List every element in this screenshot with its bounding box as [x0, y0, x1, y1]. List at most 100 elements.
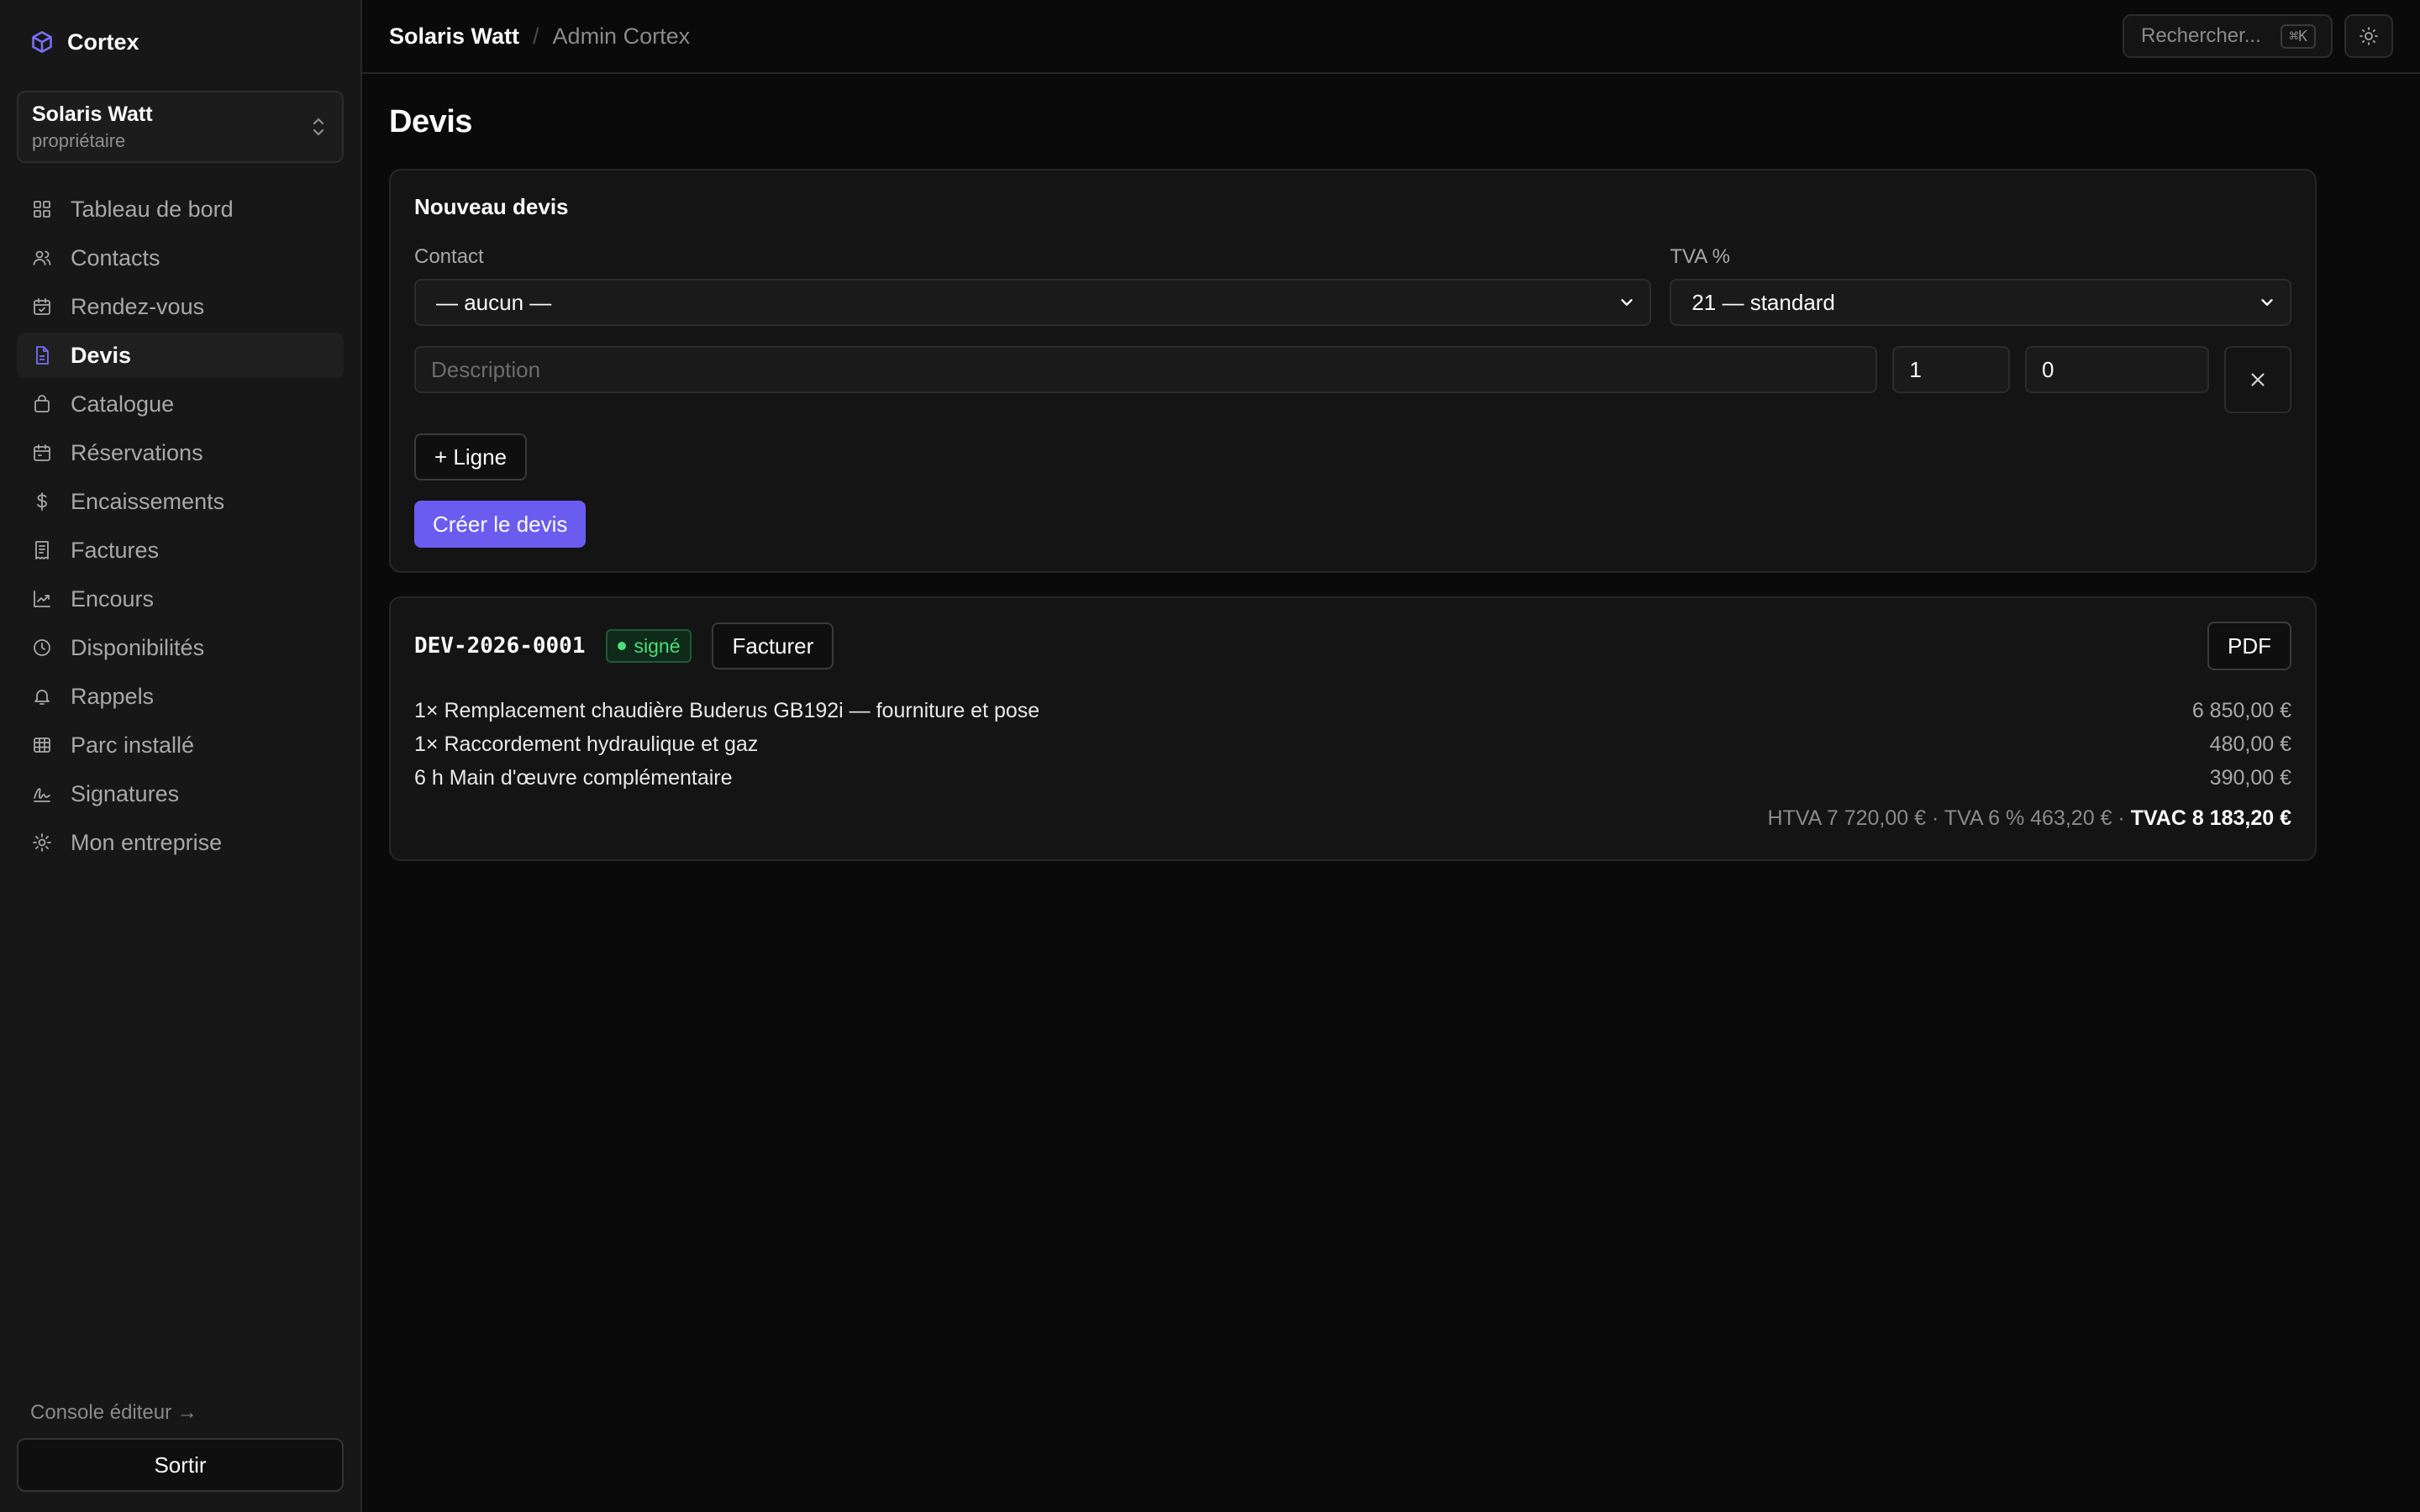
chart-line-icon: [34, 591, 50, 607]
vat-select-value: 21 — standard: [1691, 289, 1835, 315]
sidebar-item-label: Mon entreprise: [71, 829, 223, 855]
brand[interactable]: Cortex: [17, 0, 344, 84]
total-htva: HTVA 7 720,00 €: [1767, 806, 1927, 830]
sidebar-item-label: Réservations: [71, 439, 203, 465]
signature-icon: [34, 788, 50, 802]
line-description-input[interactable]: Description: [414, 346, 1878, 393]
contact-field: Contact — aucun —: [414, 245, 1652, 326]
main-area: Solaris Watt / Admin Cortex Rechercher..…: [362, 0, 2420, 1512]
line-price-input[interactable]: 0: [2024, 346, 2210, 393]
totals-separator: ·: [1926, 806, 1944, 830]
org-switcher[interactable]: Solaris Watt propriétaire: [17, 91, 344, 163]
sidebar-item-label: Signatures: [71, 780, 180, 806]
org-name: Solaris Watt: [32, 102, 153, 126]
sidebar-item-installed-base[interactable]: Parc installé: [17, 722, 344, 768]
quote-totals: HTVA 7 720,00 € · TVA 6 % 463,20 € · TVA…: [414, 806, 2291, 836]
quote-line-amount: 480,00 €: [2209, 732, 2291, 756]
total-tvac: TVAC 8 183,20 €: [2130, 806, 2291, 830]
totals-separator: ·: [2112, 806, 2131, 830]
receipt-icon: [35, 541, 49, 559]
sidebar-footer: Console éditeur → Sortir: [17, 1401, 344, 1512]
contact-select[interactable]: — aucun —: [414, 279, 1652, 326]
sidebar-item-invoices[interactable]: Factures: [17, 528, 344, 573]
org-role: propriétaire: [32, 129, 126, 151]
add-line-button[interactable]: + Ligne: [414, 433, 528, 480]
quote-header-left: DEV-2026-0001 signé Facturer: [414, 622, 834, 669]
sun-icon: [2360, 27, 2378, 45]
sidebar-item-reservations[interactable]: Réservations: [17, 430, 344, 475]
quote-line-amount: 6 850,00 €: [2191, 698, 2291, 722]
search-label: Rechercher...: [2141, 24, 2261, 47]
sidebar-item-label: Encours: [71, 585, 155, 612]
sidebar-item-contacts[interactable]: Contacts: [17, 235, 344, 281]
contact-label: Contact: [414, 245, 484, 268]
pdf-button[interactable]: PDF: [2207, 622, 2291, 670]
quote-line: 1× Remplacement chaudière Buderus GB192i…: [414, 694, 2291, 727]
quote-line-description: 1× Remplacement chaudière Buderus GB192i…: [414, 698, 1040, 722]
chevron-down-icon: [1621, 299, 1634, 306]
users-icon: [33, 250, 51, 265]
sidebar-item-label: Factures: [71, 537, 160, 563]
topbar: Solaris Watt / Admin Cortex Rechercher..…: [362, 0, 2420, 74]
page-title: Devis: [389, 104, 472, 139]
line-quantity-input[interactable]: 1: [1892, 346, 2010, 393]
sidebar-item-payments[interactable]: Encaissements: [17, 479, 344, 524]
sidebar-item-label: Rendez-vous: [71, 293, 205, 319]
quote-line-amount: 390,00 €: [2209, 765, 2291, 790]
quote-card: DEV-2026-0001 signé Facturer PDF 1× Remp…: [389, 596, 2317, 861]
sidebar-item-catalog[interactable]: Catalogue: [17, 381, 344, 427]
sidebar-item-quotes[interactable]: Devis: [17, 333, 344, 378]
contact-select-value: — aucun —: [436, 289, 552, 315]
breadcrumb: Solaris Watt / Admin Cortex: [389, 24, 690, 50]
chevron-down-icon: [2261, 299, 2273, 306]
vat-label: TVA %: [1670, 245, 1730, 268]
sidebar-item-company[interactable]: Mon entreprise: [17, 820, 344, 865]
quote-line: 1× Raccordement hydraulique et gaz 480,0…: [414, 727, 2291, 761]
sidebar-item-label: Parc installé: [71, 732, 195, 758]
search-button[interactable]: Rechercher... ⌘K: [2123, 14, 2333, 58]
console-link[interactable]: Console éditeur →: [17, 1401, 344, 1425]
gear-icon: [33, 833, 51, 852]
sidebar-item-label: Devis: [71, 342, 132, 368]
close-icon: [2251, 373, 2265, 386]
sidebar-item-label: Tableau de bord: [71, 196, 234, 222]
remove-line-button[interactable]: [2224, 346, 2291, 413]
sidebar-item-signatures[interactable]: Signatures: [17, 771, 344, 816]
sidebar-item-label: Disponibilités: [71, 634, 205, 660]
quote-header: DEV-2026-0001 signé Facturer PDF: [414, 622, 2291, 670]
quote-line: 6 h Main d'œuvre complémentaire 390,00 €: [414, 761, 2291, 795]
create-quote-button[interactable]: Créer le devis: [414, 501, 587, 548]
quote-line-description: 1× Raccordement hydraulique et gaz: [414, 732, 759, 756]
sidebar-item-outstanding[interactable]: Encours: [17, 576, 344, 622]
clock-icon: [34, 639, 50, 656]
submit-wrap: Créer le devis: [414, 501, 2291, 548]
sidebar-item-label: Contacts: [71, 244, 160, 270]
brand-name: Cortex: [67, 29, 139, 55]
invoice-button[interactable]: Facturer: [712, 622, 834, 669]
calendar-check-icon: [34, 298, 50, 315]
sidebar-item-reminders[interactable]: Rappels: [17, 674, 344, 719]
sidebar-item-appointments[interactable]: Rendez-vous: [17, 284, 344, 329]
vat-select[interactable]: 21 — standard: [1670, 279, 2291, 326]
cortex-logo-icon: [30, 30, 54, 54]
theme-toggle-button[interactable]: [2344, 14, 2393, 58]
search-shortcut: ⌘K: [2281, 24, 2316, 49]
vat-field: TVA % 21 — standard: [1670, 245, 2291, 326]
status-badge-label: signé: [634, 634, 681, 657]
add-line-wrap: + Ligne: [414, 433, 2291, 480]
quote-line-row: Description 1 0: [414, 346, 2291, 413]
breadcrumb-org[interactable]: Solaris Watt: [389, 24, 519, 50]
status-dot-icon: [617, 642, 626, 650]
chevron-up-down-icon: [310, 115, 327, 139]
bag-icon: [34, 395, 50, 412]
sidebar-item-dashboard[interactable]: Tableau de bord: [17, 186, 344, 232]
logout-button[interactable]: Sortir: [17, 1438, 344, 1492]
dashboard-icon: [34, 201, 50, 218]
new-quote-card: Nouveau devis Contact — aucun — TVA % 21…: [389, 169, 2317, 573]
sidebar-item-availability[interactable]: Disponibilités: [17, 625, 344, 670]
quote-form-row: Contact — aucun — TVA % 21 — standard: [414, 245, 2291, 326]
breadcrumb-page: Admin Cortex: [552, 23, 691, 49]
sidebar-item-label: Encaissements: [71, 488, 225, 514]
table-icon: [34, 738, 50, 753]
app-root: Cortex Solaris Watt propriétaire Tableau…: [0, 0, 2420, 1512]
